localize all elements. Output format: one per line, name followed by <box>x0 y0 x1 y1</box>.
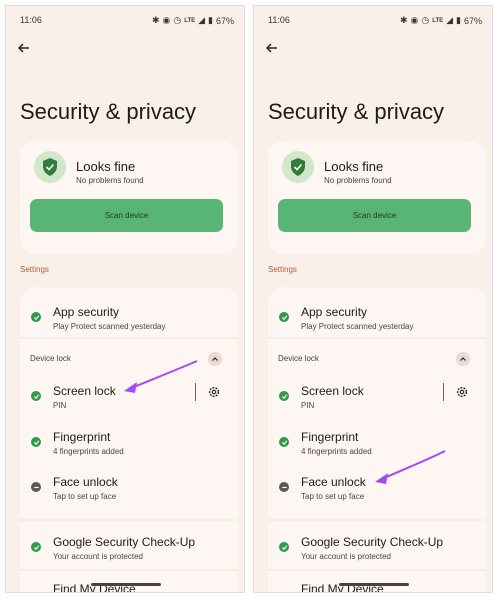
settings-list-card: App security Play Protect scanned yester… <box>268 287 486 592</box>
item-subtitle: Your account is protected <box>301 552 391 561</box>
check-status-icon <box>279 391 289 401</box>
network-type: LTE <box>432 17 444 24</box>
security-summary-card: Looks fine No problems found Scan device <box>20 141 238 254</box>
check-status-icon <box>279 312 289 322</box>
home-indicator[interactable] <box>339 583 409 586</box>
item-subtitle: Play Protect scanned yesterday <box>301 322 414 331</box>
item-title: App security <box>53 305 120 319</box>
item-title: Google Security Check-Up <box>53 535 196 549</box>
security-summary-card: Looks fine No problems found Scan device <box>268 141 486 254</box>
alarm-icon: ◷ <box>173 15 182 25</box>
summary-subtitle: No problems found <box>76 176 144 185</box>
app-security-item[interactable]: App security Play Protect scanned yester… <box>268 297 486 331</box>
check-status-icon <box>31 542 41 552</box>
summary-subtitle: No problems found <box>324 176 392 185</box>
face-unlock-item[interactable]: Face unlock Tap to set up face <box>20 467 238 501</box>
shield-check-icon <box>282 151 314 183</box>
minus-status-icon <box>31 482 41 492</box>
annotation-arrow <box>375 450 446 484</box>
eye-icon: ◉ <box>410 15 419 25</box>
signal-icon: ◢ <box>198 15 206 25</box>
fingerprint-item[interactable]: Fingerprint 4 fingerprints added <box>20 422 238 456</box>
collapse-chevron-icon[interactable] <box>208 352 222 366</box>
divider <box>20 519 238 521</box>
signal-icon: ◢ <box>446 15 454 25</box>
item-title: Face unlock <box>301 475 366 489</box>
item-subtitle: Play Protect scanned yesterday <box>53 322 166 331</box>
page-title: Security & privacy <box>20 99 197 124</box>
item-title: Fingerprint <box>301 430 359 444</box>
screen-lock-item[interactable]: Screen lock PIN <box>268 376 486 410</box>
divider <box>268 337 486 339</box>
settings-section-label: Settings <box>20 265 49 274</box>
item-subtitle: Tap to set up face <box>301 492 365 501</box>
check-status-icon <box>279 542 289 552</box>
scan-device-button[interactable]: Scan device <box>278 199 471 232</box>
item-title: Fingerprint <box>53 430 111 444</box>
device-lock-label: Device lock <box>278 354 319 363</box>
battery-icon: ▮ <box>456 15 461 25</box>
status-bar: 11:06 ✱ ◉ ◷ LTE ◢ ▮ 67% <box>20 15 234 29</box>
item-subtitle: 4 fingerprints added <box>53 447 124 456</box>
vertical-divider <box>443 383 444 401</box>
bluetooth-icon: ✱ <box>399 15 408 25</box>
network-type: LTE <box>184 17 196 24</box>
item-title: Face unlock <box>53 475 118 489</box>
check-status-icon <box>279 437 289 447</box>
gear-icon[interactable] <box>207 385 221 399</box>
status-time: 11:06 <box>268 15 290 25</box>
page-title: Security & privacy <box>268 99 445 124</box>
settings-list-card: App security Play Protect scanned yester… <box>20 287 238 592</box>
eye-icon: ◉ <box>162 15 171 25</box>
settings-section-label: Settings <box>268 265 297 274</box>
item-subtitle: PIN <box>53 401 67 410</box>
check-status-icon <box>31 391 41 401</box>
app-security-item[interactable]: App security Play Protect scanned yester… <box>20 297 238 331</box>
phone-screen-right: 11:06 ✱ ◉ ◷ LTE ◢ ▮ 67% Security & priva… <box>253 5 493 593</box>
device-lock-label: Device lock <box>30 354 71 363</box>
gear-icon[interactable] <box>455 385 469 399</box>
home-indicator[interactable] <box>91 583 161 586</box>
scan-device-button[interactable]: Scan device <box>30 199 223 232</box>
google-security-checkup-item[interactable]: Google Security Check-Up Your account is… <box>268 527 486 561</box>
item-subtitle: PIN <box>301 401 315 410</box>
divider <box>20 337 238 339</box>
item-title: Google Security Check-Up <box>301 535 444 549</box>
battery-level: 67% <box>463 15 482 26</box>
item-title: App security <box>301 305 368 319</box>
shield-check-icon <box>34 151 66 183</box>
battery-icon: ▮ <box>208 15 213 25</box>
item-title: Screen lock <box>53 384 116 398</box>
summary-title: Looks fine <box>76 159 136 174</box>
status-icons: ✱ ◉ ◷ LTE ◢ ▮ 67% <box>400 15 482 26</box>
status-time: 11:06 <box>20 15 42 25</box>
collapse-chevron-icon[interactable] <box>456 352 470 366</box>
status-bar: 11:06 ✱ ◉ ◷ LTE ◢ ▮ 67% <box>268 15 482 29</box>
item-subtitle: 4 fingerprints added <box>301 447 372 456</box>
phone-screen-left: 11:06 ✱ ◉ ◷ LTE ◢ ▮ 67% Security & priva… <box>5 5 245 593</box>
summary-title: Looks fine <box>324 159 384 174</box>
battery-level: 67% <box>215 15 234 26</box>
alarm-icon: ◷ <box>421 15 430 25</box>
minus-status-icon <box>279 482 289 492</box>
item-title: Screen lock <box>301 384 364 398</box>
google-security-checkup-item[interactable]: Google Security Check-Up Your account is… <box>20 527 238 561</box>
annotation-arrow <box>124 360 198 393</box>
divider <box>268 519 486 521</box>
check-status-icon <box>31 312 41 322</box>
item-subtitle: Tap to set up face <box>53 492 117 501</box>
check-status-icon <box>31 437 41 447</box>
back-arrow-icon[interactable] <box>264 40 280 56</box>
back-arrow-icon[interactable] <box>16 40 32 56</box>
divider <box>268 569 486 571</box>
item-subtitle: Your account is protected <box>53 552 143 561</box>
status-icons: ✱ ◉ ◷ LTE ◢ ▮ 67% <box>152 15 234 26</box>
bluetooth-icon: ✱ <box>151 15 160 25</box>
divider <box>20 569 238 571</box>
